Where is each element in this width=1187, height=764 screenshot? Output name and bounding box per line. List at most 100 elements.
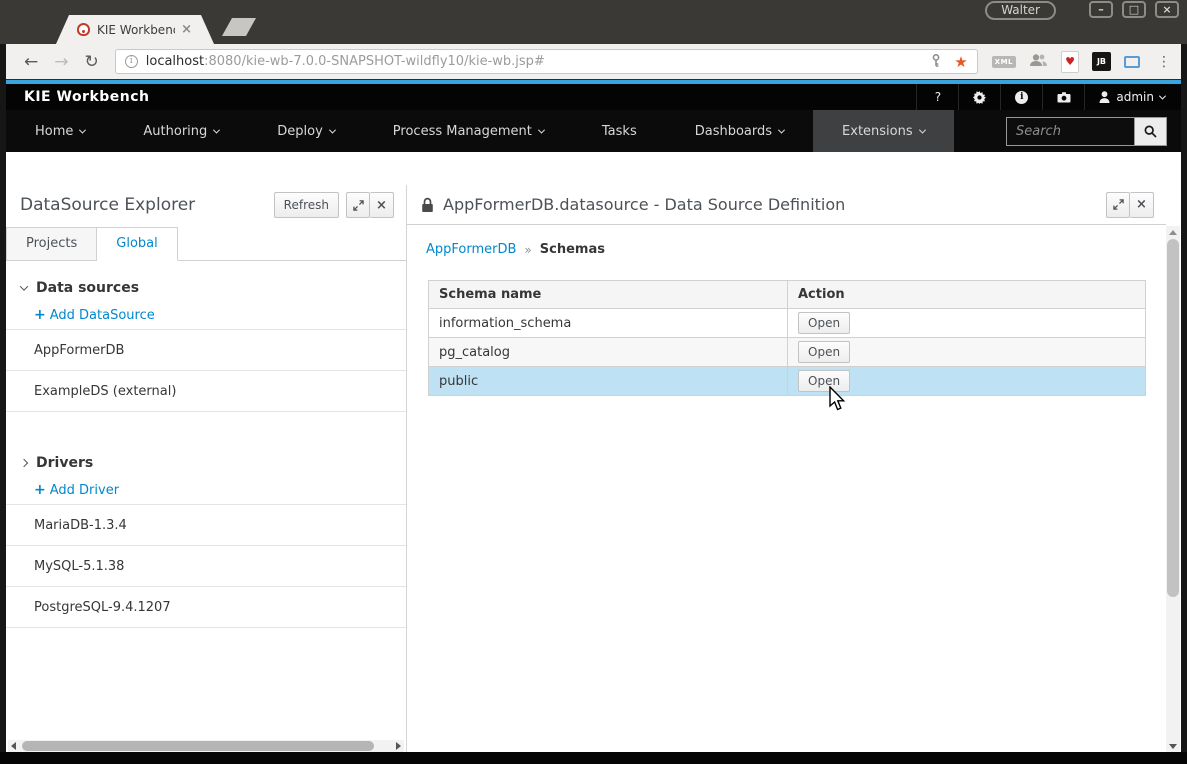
user-avatar-icon: [1099, 91, 1110, 103]
datasource-explorer-panel: DataSource Explorer Refresh × Projects G…: [6, 152, 406, 752]
datasource-item-appformerdb[interactable]: AppFormerDB: [6, 330, 406, 371]
people-extension-icon[interactable]: [1029, 52, 1048, 71]
browser-tab[interactable]: KIE Workbench ×: [56, 15, 214, 44]
app-masthead: KIE Workbench ? i admin: [6, 84, 1181, 110]
nav-item-tasks[interactable]: Tasks: [573, 110, 666, 152]
site-info-icon[interactable]: i: [125, 55, 138, 68]
add-driver-link[interactable]: Add Driver: [50, 483, 119, 498]
add-driver-row[interactable]: + Add Driver: [6, 476, 406, 505]
chevron-right-icon: [20, 458, 28, 466]
table-row-selected[interactable]: public Open: [429, 366, 1145, 395]
search-button[interactable]: [1134, 117, 1167, 146]
nav-item-dashboards[interactable]: Dashboards: [666, 110, 813, 152]
search-input[interactable]: [1006, 117, 1134, 146]
user-name: admin: [1116, 90, 1154, 104]
new-tab-button[interactable]: [222, 18, 256, 36]
breadcrumb-link-appformerdb[interactable]: AppFormerDB: [426, 242, 516, 257]
xml-extension-icon[interactable]: XML: [992, 56, 1016, 68]
expand-icon: [1113, 199, 1124, 210]
heart-extension-icon[interactable]: ♥: [1061, 51, 1079, 73]
tab-projects[interactable]: Projects: [6, 227, 97, 261]
plus-icon: +: [34, 307, 46, 323]
table-header-row: Schema name Action: [429, 281, 1145, 308]
horizontal-scrollbar[interactable]: [8, 740, 404, 752]
vertical-scrollbar[interactable]: [1166, 226, 1180, 752]
key-icon[interactable]: [930, 52, 942, 71]
window-border-bottom: [0, 752, 1187, 764]
reload-icon[interactable]: ↻: [85, 52, 99, 72]
editor-title: AppFormerDB.datasource - Data Source Def…: [443, 195, 845, 214]
nav-item-extensions[interactable]: Extensions: [813, 110, 954, 152]
nav-item-process-management[interactable]: Process Management: [364, 110, 573, 152]
plus-icon: +: [34, 482, 46, 498]
caret-down-icon: [79, 126, 86, 133]
desktop-user-pill[interactable]: Walter: [985, 1, 1056, 20]
info-icon[interactable]: i: [1000, 84, 1042, 110]
add-datasource-link[interactable]: Add DataSource: [50, 308, 155, 323]
camera-icon[interactable]: [1042, 84, 1084, 110]
tab-title: KIE Workbench: [97, 23, 175, 37]
url-text[interactable]: localhost:8080/kie-wb-7.0.0-SNAPSHOT-wil…: [146, 54, 926, 69]
expand-panel-button[interactable]: [346, 192, 370, 218]
url-path: :8080/kie-wb-7.0.0-SNAPSHOT-wildfly10/ki…: [204, 54, 545, 69]
window-maximize-button[interactable]: □: [1122, 1, 1146, 18]
open-button[interactable]: Open: [798, 312, 850, 334]
driver-item-mariadb[interactable]: MariaDB-1.3.4: [6, 505, 406, 546]
url-host: localhost: [146, 54, 204, 69]
datasources-section-header[interactable]: Data sources: [6, 274, 406, 301]
datasource-item-exampleds[interactable]: ExampleDS (external): [6, 371, 406, 412]
nav-item-deploy[interactable]: Deploy: [248, 110, 364, 152]
caret-down-icon: [778, 126, 785, 133]
vertical-scrollbar-thumb[interactable]: [1167, 239, 1179, 597]
scroll-up-icon[interactable]: [1166, 226, 1180, 238]
user-menu[interactable]: admin: [1084, 84, 1181, 110]
horizontal-scrollbar-thumb[interactable]: [22, 741, 374, 751]
schema-name-cell: information_schema: [429, 309, 788, 337]
tab-global[interactable]: Global: [97, 227, 177, 261]
open-button[interactable]: Open: [798, 341, 850, 363]
close-panel-button[interactable]: ×: [370, 192, 394, 218]
help-icon[interactable]: ?: [916, 84, 958, 110]
window-close-button[interactable]: ×: [1155, 1, 1179, 18]
nav-item-home[interactable]: Home: [6, 110, 114, 152]
breadcrumb-current: Schemas: [540, 242, 605, 257]
scroll-right-icon[interactable]: [396, 742, 401, 750]
caret-down-icon: [213, 126, 220, 133]
back-icon[interactable]: ←: [24, 52, 38, 72]
browser-toolbar: ← → ↻ i localhost:8080/kie-wb-7.0.0-SNAP…: [6, 44, 1181, 79]
refresh-button[interactable]: Refresh: [274, 192, 339, 218]
table-row[interactable]: pg_catalog Open: [429, 337, 1145, 366]
kie-favicon-icon: [77, 23, 90, 36]
tab-close-icon[interactable]: ×: [181, 22, 192, 37]
table-row[interactable]: information_schema Open: [429, 308, 1145, 337]
expand-icon: [353, 200, 364, 211]
driver-item-mysql[interactable]: MySQL-5.1.38: [6, 546, 406, 587]
nav-item-authoring[interactable]: Authoring: [114, 110, 248, 152]
screenshot-extension-icon[interactable]: [1124, 56, 1140, 68]
expand-editor-button[interactable]: [1106, 192, 1130, 218]
schema-name-cell: public: [429, 367, 788, 395]
settings-gear-icon[interactable]: [958, 84, 1000, 110]
close-editor-button[interactable]: ×: [1130, 192, 1154, 218]
forward-icon[interactable]: →: [54, 52, 68, 72]
driver-item-postgresql[interactable]: PostgreSQL-9.4.1207: [6, 587, 406, 628]
bookmark-star-icon[interactable]: ★: [954, 53, 967, 71]
jetbrains-extension-icon[interactable]: JB: [1092, 52, 1111, 71]
mouse-cursor: [828, 386, 847, 412]
window-border-left: [0, 44, 6, 752]
explorer-tree: Data sources + Add DataSource AppFormerD…: [6, 261, 406, 628]
drivers-section-header[interactable]: Drivers: [6, 449, 406, 476]
caret-down-icon: [538, 126, 545, 133]
column-header-schema-name: Schema name: [429, 281, 788, 308]
window-minimize-button[interactable]: –: [1089, 1, 1113, 18]
url-bar[interactable]: i localhost:8080/kie-wb-7.0.0-SNAPSHOT-w…: [115, 49, 978, 74]
close-icon: ×: [376, 199, 387, 212]
browser-menu-icon[interactable]: ⋮: [1157, 54, 1171, 70]
lock-icon: [421, 197, 434, 213]
schema-name-cell: pg_catalog: [429, 338, 788, 366]
scroll-left-icon[interactable]: [11, 742, 16, 750]
scroll-down-icon[interactable]: [1166, 740, 1180, 752]
window-titlebar: KIE Workbench × Walter – □ ×: [0, 0, 1187, 44]
breadcrumb-separator: »: [524, 243, 531, 257]
add-datasource-row[interactable]: + Add DataSource: [6, 301, 406, 330]
